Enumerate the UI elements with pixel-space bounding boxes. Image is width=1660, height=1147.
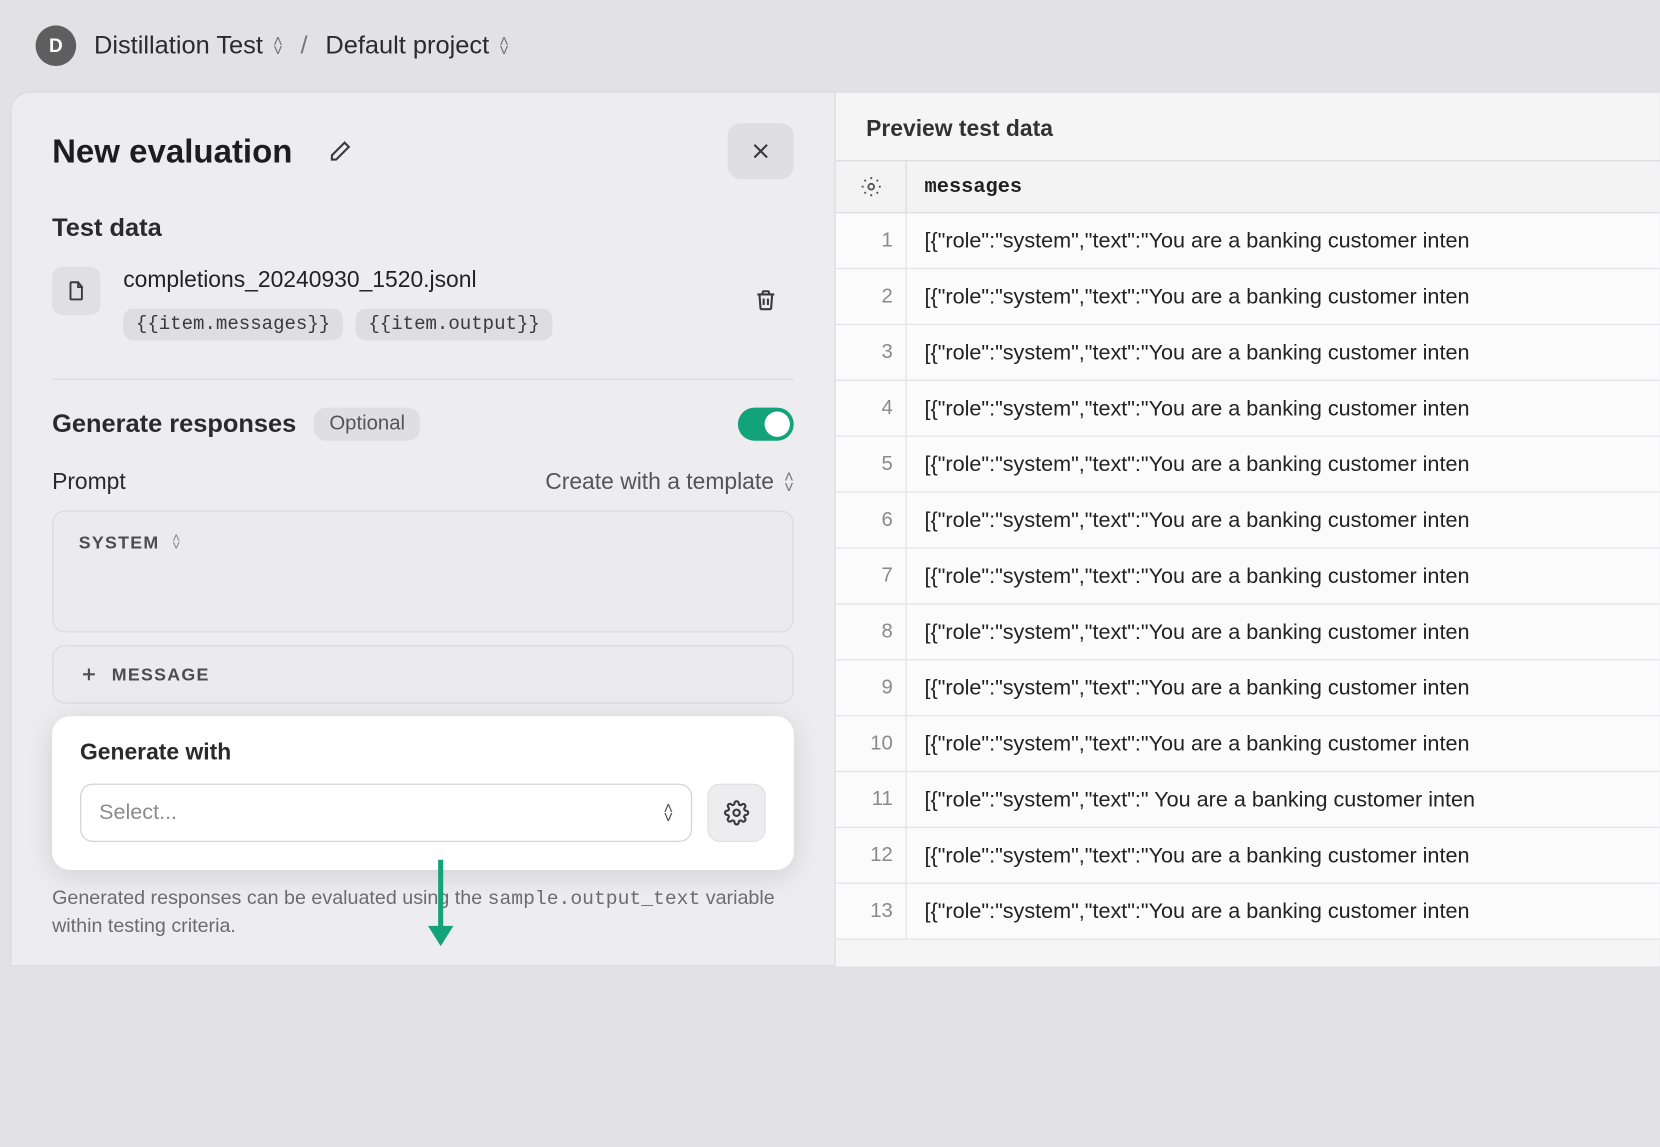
row-number: 11 bbox=[836, 772, 907, 827]
close-icon bbox=[748, 138, 773, 163]
breadcrumb-project-label: Default project bbox=[325, 31, 489, 60]
model-settings-button[interactable] bbox=[707, 784, 765, 842]
hint-prefix: Generated responses can be evaluated usi… bbox=[52, 888, 488, 910]
chevron-updown-icon bbox=[784, 473, 794, 491]
breadcrumb-separator: / bbox=[301, 31, 308, 60]
table-row[interactable]: 10[{"role":"system","text":"You are a ba… bbox=[836, 716, 1660, 772]
generate-responses-toggle[interactable] bbox=[738, 408, 794, 441]
preview-grid-header: messages bbox=[836, 160, 1660, 213]
row-number: 8 bbox=[836, 605, 907, 660]
gear-icon bbox=[859, 175, 882, 198]
chevron-updown-icon bbox=[273, 37, 283, 55]
breadcrumb-project[interactable]: Default project bbox=[325, 31, 509, 60]
model-select[interactable]: Select... bbox=[80, 784, 692, 842]
generate-with-label: Generate with bbox=[80, 739, 766, 766]
file-icon-box bbox=[52, 267, 100, 315]
table-row[interactable]: 3[{"role":"system","text":"You are a ban… bbox=[836, 325, 1660, 381]
row-message: [{"role":"system","text":"You are a bank… bbox=[907, 437, 1660, 492]
preview-panel: Preview test data messages 1[{"role":"sy… bbox=[836, 91, 1660, 966]
row-message: [{"role":"system","text":"You are a bank… bbox=[907, 660, 1660, 715]
trash-icon bbox=[753, 287, 778, 312]
add-message-label: MESSAGE bbox=[112, 664, 210, 684]
close-button[interactable] bbox=[728, 123, 794, 179]
generate-responses-heading: Generate responses bbox=[52, 410, 296, 439]
left-panel: New evaluation Test data completions_202… bbox=[10, 91, 836, 966]
hint-code: sample.output_text bbox=[488, 888, 701, 911]
file-name: completions_20240930_1520.jsonl bbox=[123, 267, 715, 294]
row-number: 7 bbox=[836, 549, 907, 604]
breadcrumb-org-label: Distillation Test bbox=[94, 31, 263, 60]
row-number: 4 bbox=[836, 381, 907, 436]
row-message: [{"role":"system","text":"You are a bank… bbox=[907, 493, 1660, 548]
row-number: 6 bbox=[836, 493, 907, 548]
add-message-button[interactable]: MESSAGE bbox=[52, 645, 794, 703]
row-number: 9 bbox=[836, 660, 907, 715]
variable-chip[interactable]: {{item.output}} bbox=[356, 309, 553, 341]
row-message: [{"role":"system","text":"You are a bank… bbox=[907, 269, 1660, 324]
row-message: [{"role":"system","text":"You are a bank… bbox=[907, 549, 1660, 604]
file-icon bbox=[65, 279, 88, 302]
model-select-placeholder: Select... bbox=[99, 800, 177, 825]
table-row[interactable]: 5[{"role":"system","text":"You are a ban… bbox=[836, 437, 1660, 493]
row-message: [{"role":"system","text":"You are a bank… bbox=[907, 884, 1660, 939]
system-role-label: SYSTEM bbox=[79, 532, 160, 552]
prompt-label: Prompt bbox=[52, 469, 126, 496]
table-row[interactable]: 4[{"role":"system","text":"You are a ban… bbox=[836, 381, 1660, 437]
divider bbox=[52, 378, 794, 379]
row-message: [{"role":"system","text":"You are a bank… bbox=[907, 605, 1660, 660]
grid-settings-button[interactable] bbox=[836, 161, 907, 212]
row-message: [{"role":"system","text":"You are a bank… bbox=[907, 716, 1660, 771]
create-with-template-label: Create with a template bbox=[545, 469, 774, 496]
row-message: [{"role":"system","text":"You are a bank… bbox=[907, 828, 1660, 883]
chevron-updown-icon[interactable] bbox=[172, 535, 180, 550]
generate-hint: Generated responses can be evaluated usi… bbox=[52, 885, 794, 942]
row-message: [{"role":"system","text":" You are a ban… bbox=[907, 772, 1660, 827]
column-messages-header[interactable]: messages bbox=[907, 161, 1660, 212]
row-number: 13 bbox=[836, 884, 907, 939]
breadcrumb: D Distillation Test / Default project bbox=[0, 0, 1660, 81]
variable-chip[interactable]: {{item.messages}} bbox=[123, 309, 343, 341]
table-row[interactable]: 9[{"role":"system","text":"You are a ban… bbox=[836, 660, 1660, 716]
table-row[interactable]: 13[{"role":"system","text":"You are a ba… bbox=[836, 884, 1660, 940]
row-message: [{"role":"system","text":"You are a bank… bbox=[907, 213, 1660, 268]
row-number: 5 bbox=[836, 437, 907, 492]
create-with-template-button[interactable]: Create with a template bbox=[545, 469, 794, 496]
avatar[interactable]: D bbox=[36, 25, 77, 66]
chevron-updown-icon bbox=[663, 804, 673, 822]
test-data-file: completions_20240930_1520.jsonl {{item.m… bbox=[52, 267, 794, 341]
system-prompt-box[interactable]: SYSTEM bbox=[52, 511, 794, 633]
page-title: New evaluation bbox=[52, 131, 292, 170]
row-number: 10 bbox=[836, 716, 907, 771]
chevron-updown-icon bbox=[499, 37, 509, 55]
plus-icon bbox=[79, 664, 99, 684]
generate-with-card: Generate with Select... bbox=[52, 716, 794, 870]
row-number: 1 bbox=[836, 213, 907, 268]
table-row[interactable]: 8[{"role":"system","text":"You are a ban… bbox=[836, 605, 1660, 661]
preview-heading: Preview test data bbox=[836, 93, 1660, 160]
optional-badge: Optional bbox=[314, 408, 420, 441]
row-number: 3 bbox=[836, 325, 907, 380]
table-row[interactable]: 1[{"role":"system","text":"You are a ban… bbox=[836, 213, 1660, 269]
edit-button[interactable] bbox=[313, 123, 369, 179]
breadcrumb-org[interactable]: Distillation Test bbox=[94, 31, 283, 60]
table-row[interactable]: 6[{"role":"system","text":"You are a ban… bbox=[836, 493, 1660, 549]
avatar-letter: D bbox=[49, 35, 63, 57]
table-row[interactable]: 11[{"role":"system","text":" You are a b… bbox=[836, 772, 1660, 828]
table-row[interactable]: 12[{"role":"system","text":"You are a ba… bbox=[836, 828, 1660, 884]
row-number: 12 bbox=[836, 828, 907, 883]
gear-icon bbox=[724, 800, 749, 825]
table-row[interactable]: 2[{"role":"system","text":"You are a ban… bbox=[836, 269, 1660, 325]
table-row[interactable]: 7[{"role":"system","text":"You are a ban… bbox=[836, 549, 1660, 605]
row-number: 2 bbox=[836, 269, 907, 324]
test-data-heading: Test data bbox=[52, 215, 794, 244]
row-message: [{"role":"system","text":"You are a bank… bbox=[907, 381, 1660, 436]
pencil-icon bbox=[328, 138, 353, 163]
delete-file-button[interactable] bbox=[738, 272, 794, 328]
row-message: [{"role":"system","text":"You are a bank… bbox=[907, 325, 1660, 380]
